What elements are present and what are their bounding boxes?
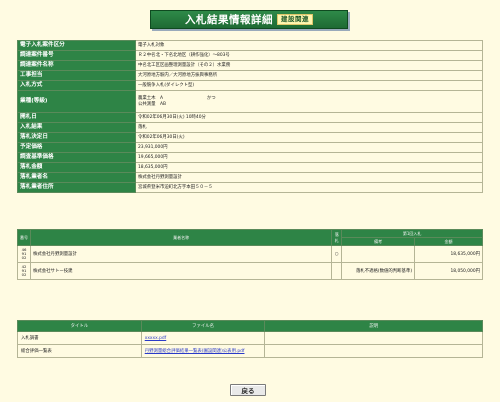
file-cell: xxxxx.pdf (140, 331, 266, 345)
category-tag: 建設関連 (277, 14, 313, 25)
info-label: 入札方式 (17, 80, 136, 91)
info-value: 株式会社丹野測量設計 (135, 172, 483, 183)
back-button[interactable]: 戻る (230, 384, 266, 396)
info-value: 農業土木 A かつ 公共測量 AB (135, 90, 483, 113)
page-title: 入札結果情報詳細 建設関連 (150, 10, 348, 29)
file-link[interactable]: xxxxx.pdf (145, 336, 167, 341)
col-header-no: 番号 (17, 229, 31, 246)
info-label: 落札業者名 (17, 172, 136, 183)
col-header-desc: 説明 (264, 320, 483, 332)
info-label: 落札業者住所 (17, 182, 136, 193)
bid-no: 42 91 02 (17, 262, 31, 280)
file-desc (264, 344, 483, 358)
info-label: 開札日 (17, 112, 136, 123)
info-value: 令和02年06月30日(火) 10時40分 (135, 112, 483, 123)
info-value: 一般競争入札(ダイレクト型) (135, 80, 483, 91)
file-title: 総合評価一覧表 (17, 344, 142, 358)
info-label: 入札結果 (17, 122, 136, 133)
back-button-label: 戻る (241, 387, 255, 395)
info-label: 業種(等級) (17, 90, 136, 113)
info-value: 大河原地方駅内／大河原地方振興事務所 (135, 70, 483, 81)
info-row: 入札結果 落札 (17, 122, 483, 133)
bid-company: 株式会社丹野測量設計 (29, 245, 333, 263)
info-value: 落札 (135, 122, 483, 133)
info-value: 令和02年06月30日(火) (135, 132, 483, 143)
col-header-title: タイトル (17, 320, 142, 332)
file-cell: 丹野測量総合評価結果一覧表(園設関連)公表用.pdf (140, 344, 266, 358)
info-value: 19,665,000円 (135, 152, 483, 163)
info-row: 調達案件番号 Ｒ２中名北・下名北地区（耕作強化）～803号 (17, 50, 483, 61)
info-row: 入札方式 一般競争入札(ダイレクト型) (17, 80, 483, 91)
info-label: 落札金額 (17, 162, 136, 173)
info-value: 電子入札対象 (135, 40, 483, 51)
bid-amount: 18,635,000円 (414, 245, 483, 263)
info-value: 18,635,000円 (135, 162, 483, 173)
info-row: 調達案件名称 中名北工区区画整理測量設計（その２）水業務 (17, 60, 483, 71)
attachments-table: タイトル ファイル名 説明 入札調書 xxxxx.pdf 総合評価一覧表 丹野測… (17, 320, 483, 358)
info-value: 宮城県登米市迫町北方字本田５０－５ (135, 182, 483, 193)
table-row: 総合評価一覧表 丹野測量総合評価結果一覧表(園設関連)公表用.pdf (17, 344, 483, 358)
file-title: 入札調書 (17, 331, 142, 345)
info-row: 調査基準価格 19,665,000円 (17, 152, 483, 163)
info-row: 電子入札案件区分 電子入札対象 (17, 40, 483, 51)
col-header-name: 業者名称 (29, 229, 333, 246)
info-label: 調達案件名称 (17, 60, 136, 71)
col-header-remark: 備考 (341, 237, 416, 246)
col-header-file: ファイル名 (140, 320, 266, 332)
info-row: 落札決定日 令和02年06月30日(火) (17, 132, 483, 143)
col-header-result: 落札 (331, 229, 343, 246)
info-value: Ｒ２中名北・下名北地区（耕作強化）～803号 (135, 50, 483, 61)
info-label: 工事担当 (17, 70, 136, 81)
bid-amount: 18,050,000円 (414, 262, 483, 280)
info-row: 落札業者名 株式会社丹野測量設計 (17, 172, 483, 183)
page-title-text: 入札結果情報詳細 (185, 14, 273, 26)
info-label: 落札決定日 (17, 132, 136, 143)
info-row: 落札金額 18,635,000円 (17, 162, 483, 173)
bid-remark: 落札不適格(数値的判断基準) (341, 262, 416, 280)
col-header-bid-group: 第1回入札 (341, 229, 483, 238)
table-row: 42 91 02 株式会社サトー技建 落札不適格(数値的判断基準) 18,050,0… (17, 262, 483, 280)
grade-line: 公共測量 AB (138, 101, 166, 107)
bid-winner-mark: ○ (331, 245, 343, 263)
info-row: 工事担当 大河原地方駅内／大河原地方振興事務所 (17, 70, 483, 81)
bid-company: 株式会社サトー技建 (29, 262, 333, 280)
table-row: 46 91 02 株式会社丹野測量設計 ○ 18,635,000円 (17, 245, 483, 263)
col-header-amount: 金額 (414, 237, 483, 246)
info-label: 調査基準価格 (17, 152, 136, 163)
bid-results-table: 番号 業者名称 落札 第1回入札 備考 金額 46 91 02 株式会社丹野測量設計… (17, 229, 483, 280)
file-link[interactable]: 丹野測量総合評価結果一覧表(園設関連)公表用.pdf (145, 349, 245, 354)
bid-no: 46 91 02 (17, 245, 31, 263)
bid-winner-mark (331, 262, 343, 280)
info-value: 23,931,000円 (135, 142, 483, 153)
table-row: 入札調書 xxxxx.pdf (17, 331, 483, 345)
info-label: 予定価格 (17, 142, 136, 153)
file-desc (264, 331, 483, 345)
info-label: 電子入札案件区分 (17, 40, 136, 51)
info-value: 中名北工区区画整理測量設計（その２）水業務 (135, 60, 483, 71)
info-row: 開札日 令和02年06月30日(火) 10時40分 (17, 112, 483, 123)
info-row: 予定価格 23,931,000円 (17, 142, 483, 153)
info-table: 電子入札案件区分 電子入札対象 調達案件番号 Ｒ２中名北・下名北地区（耕作強化）～8… (17, 40, 483, 193)
info-label: 調達案件番号 (17, 50, 136, 61)
bid-remark (341, 245, 416, 263)
info-row: 落札業者住所 宮城県登米市迫町北方字本田５０－５ (17, 182, 483, 193)
info-row: 業種(等級) 農業土木 A かつ 公共測量 AB (17, 90, 483, 113)
